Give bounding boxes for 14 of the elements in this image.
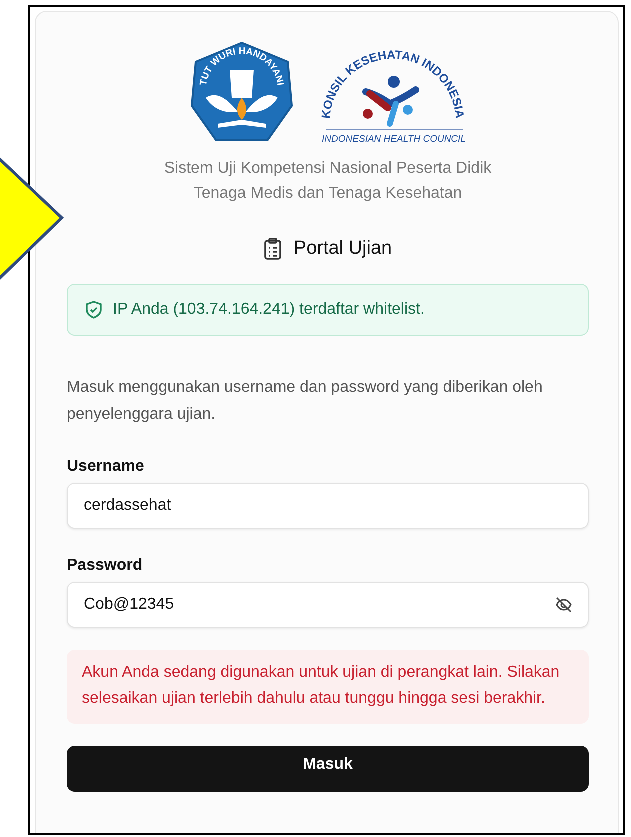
subtitle-line: Sistem Uji Kompetensi Nasional Peserta Didik bbox=[164, 159, 492, 179]
eye-off-icon[interactable] bbox=[555, 596, 573, 614]
field-label: Password bbox=[67, 557, 144, 575]
shield-check-icon bbox=[86, 301, 102, 319]
username-field[interactable]: cerdassehat bbox=[67, 483, 589, 529]
instructions-text: Masuk menggunakan username dan password yang diberikan oleh penyelenggara ujian. bbox=[67, 378, 544, 425]
notice-text: IP Anda (103.74.164.241) terdaftar whitelist. bbox=[113, 301, 425, 319]
error-message: Akun Anda sedang digunakan untuk ujian di perangkat lain. Silakan selesaikan ujian terlebih dahulu atau tunggu hingga sesi berakhir. bbox=[67, 650, 589, 724]
subtitle-line: Tenaga Medis dan Tenaga Kesehatan bbox=[194, 184, 462, 204]
password-field[interactable]: Cob@12345 bbox=[67, 582, 589, 628]
clipboard-list-icon bbox=[264, 238, 282, 260]
login-button[interactable]: Masuk bbox=[67, 746, 589, 792]
portal-heading: Portal Ujian bbox=[294, 238, 392, 260]
field-label: Username bbox=[67, 458, 146, 476]
